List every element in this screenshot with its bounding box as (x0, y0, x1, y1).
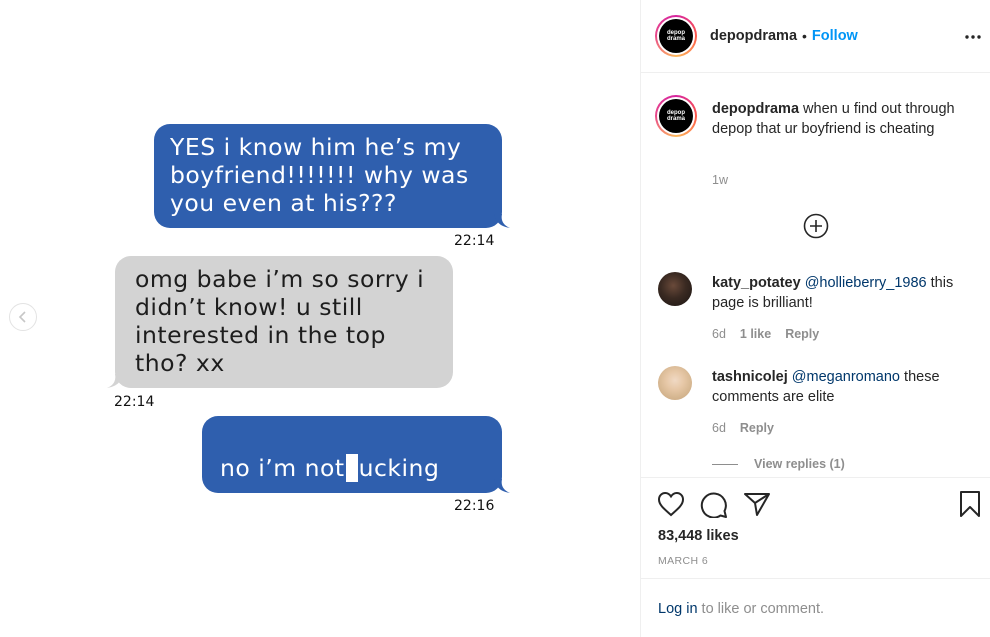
censor-bar (345, 454, 358, 482)
comment-text: tashnicolej @meganromano these comments … (712, 368, 974, 407)
comment-text: katy_potatey @hollieberry_1986 this page… (712, 274, 974, 313)
message-text: interested in the top (220, 510, 471, 538)
login-text: Log in to like or comment. (658, 601, 824, 617)
login-link[interactable]: Log in (658, 601, 698, 617)
chevron-left-icon (18, 311, 26, 323)
comment-button[interactable] (700, 491, 728, 523)
share-button[interactable] (743, 491, 771, 522)
message-timestamp: 22:16 (454, 498, 495, 514)
post-date[interactable]: MARCH 6 (658, 555, 708, 567)
comment-likes[interactable]: 1 like (740, 327, 771, 341)
message-timestamp: 22:14 (454, 233, 495, 249)
avatar[interactable]: depop drama (655, 95, 697, 137)
follow-button[interactable]: Follow (812, 28, 858, 44)
depop-drama-logo: depop drama (659, 99, 693, 133)
post-header: depop drama depopdrama • Follow (641, 0, 990, 73)
message-text: no i’m not (220, 454, 345, 482)
avatar[interactable] (658, 366, 692, 400)
caption-text: depopdrama when u find out through depop… (712, 100, 972, 139)
likes-count[interactable]: 83,448 likes (658, 528, 739, 544)
avatar[interactable]: depop drama (655, 15, 697, 57)
save-button[interactable] (958, 490, 982, 523)
post-sidebar: depop drama depopdrama • Follow depop dram… (640, 0, 990, 637)
separator-dot: • (802, 28, 807, 44)
message-timestamp: 22:14 (114, 394, 155, 410)
message-bubble-incoming: omg babe i’m so sorry i didn’t know! u s… (115, 256, 453, 388)
like-button[interactable] (657, 491, 685, 522)
caption-time[interactable]: 1w (712, 173, 728, 187)
view-replies-label: View replies (1) (754, 457, 845, 471)
depop-drama-logo: depop drama (659, 19, 693, 53)
heart-icon (657, 491, 685, 517)
comment-time[interactable]: 6d (712, 327, 726, 341)
comment-username[interactable]: katy_potatey (712, 275, 801, 291)
bookmark-icon (960, 491, 980, 517)
comment-icon (700, 492, 727, 519)
avatar[interactable] (658, 272, 692, 306)
login-prompt: Log in to like or comment. (641, 578, 990, 637)
bubble-tail (494, 214, 510, 228)
message-bubble-outgoing: YES i know him he’s my boyfriend!!!!!!! … (154, 124, 502, 228)
login-suffix: to like or comment. (697, 601, 825, 617)
post-actions: 83,448 likes MARCH 6 (641, 477, 990, 578)
comment-mention[interactable]: @hollieberry_1986 (805, 275, 927, 291)
previous-post-button[interactable] (9, 303, 37, 331)
reply-button[interactable]: Reply (785, 327, 819, 341)
comment-time[interactable]: 6d (712, 421, 726, 435)
more-options-icon[interactable] (965, 22, 981, 45)
post-image: YES i know him he’s my boyfriend!!!!!!! … (0, 0, 640, 637)
message-bubble-outgoing: no i’m not ucking interested in the top (202, 416, 502, 538)
bubble-tail (107, 374, 123, 388)
view-replies-button[interactable]: View replies (1) (712, 457, 845, 471)
comment-meta: 6d Reply (712, 421, 774, 435)
reply-button[interactable]: Reply (740, 421, 774, 435)
message-text: ucking (358, 454, 440, 482)
load-more-comments-button[interactable] (803, 213, 829, 239)
paper-plane-icon (744, 493, 770, 516)
comment-mention[interactable]: @meganromano (792, 369, 900, 385)
header-username[interactable]: depopdrama (710, 28, 797, 44)
comments-section: depop drama depopdrama when u find out th… (641, 74, 990, 477)
caption-username[interactable]: depopdrama (712, 101, 799, 117)
plus-circle-icon (803, 213, 829, 239)
comment-meta: 6d 1 like Reply (712, 327, 819, 341)
comment-username[interactable]: tashnicolej (712, 369, 788, 385)
bubble-tail (494, 479, 510, 493)
reply-line (712, 463, 738, 465)
